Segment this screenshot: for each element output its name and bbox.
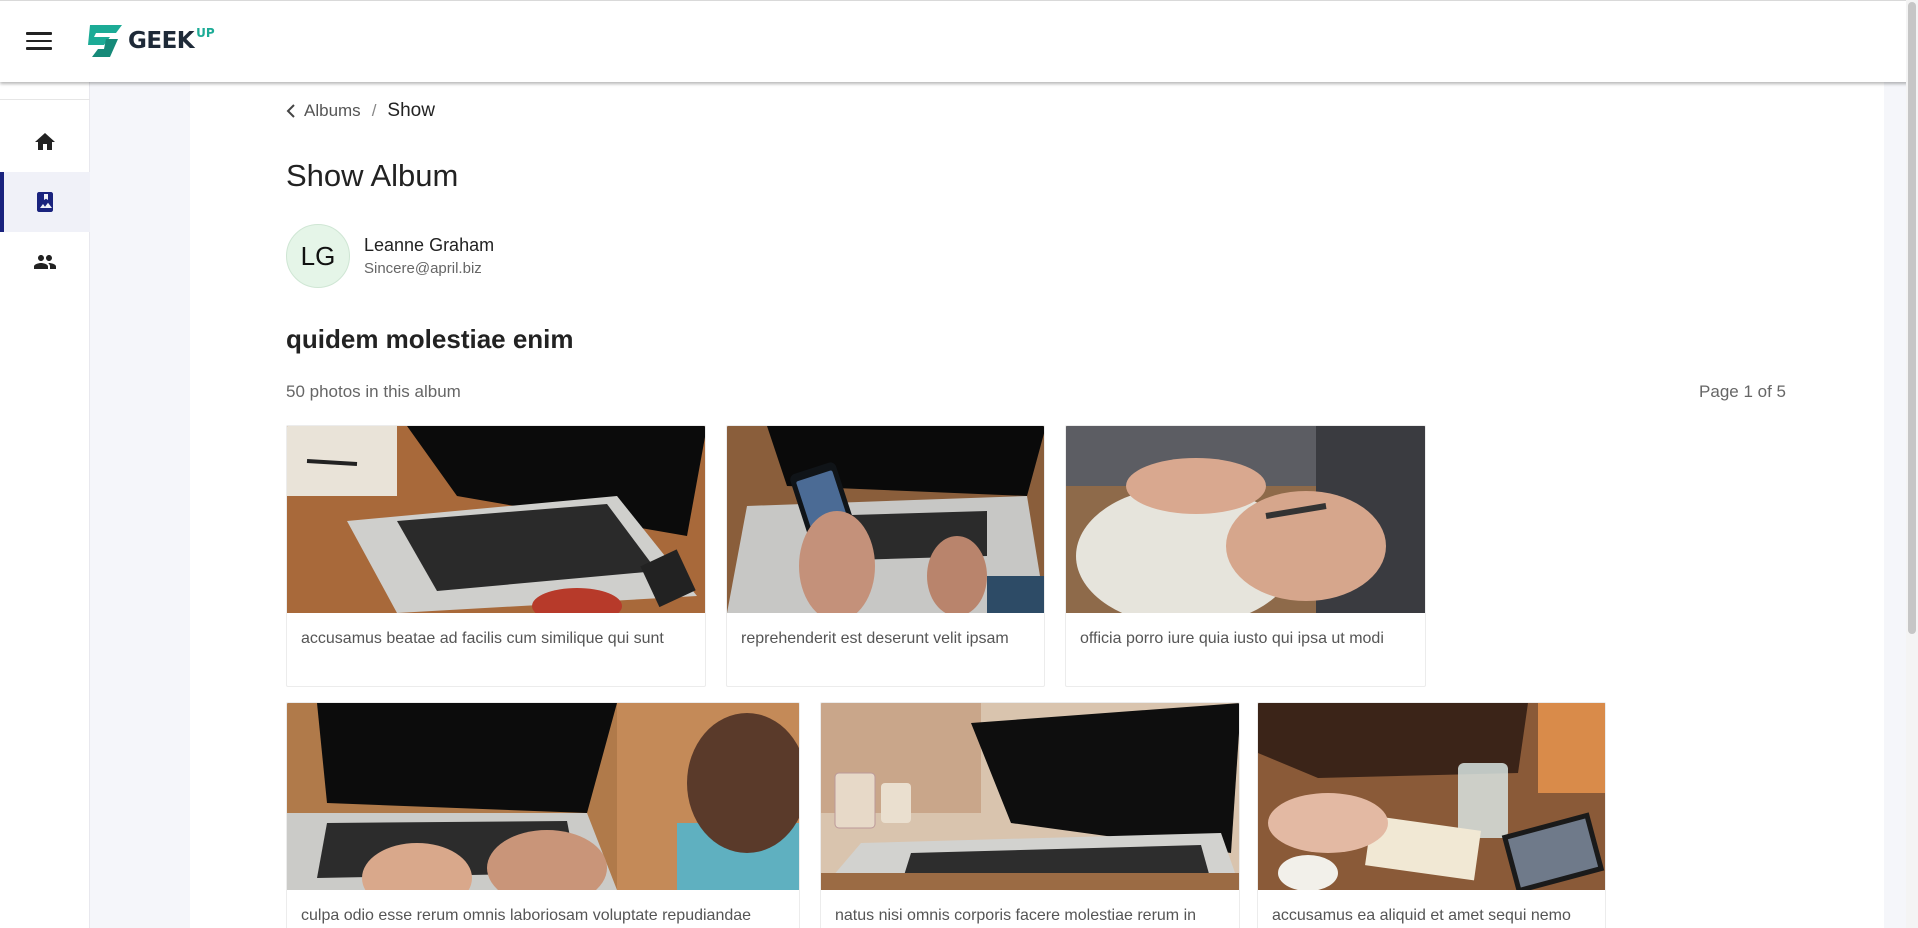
geekup-logo[interactable]: GEEK UP bbox=[84, 23, 215, 59]
breadcrumb-albums-link[interactable]: Albums bbox=[286, 101, 361, 121]
photo-card[interactable]: reprehenderit est deserunt velit ipsam bbox=[726, 425, 1045, 687]
users-icon bbox=[34, 255, 56, 269]
photo-thumbnail bbox=[1258, 703, 1605, 890]
photo-card[interactable]: accusamus beatae ad facilis cum similiqu… bbox=[286, 425, 706, 687]
page-info: Page 1 of 5 bbox=[1699, 382, 1786, 401]
home-icon bbox=[35, 133, 55, 150]
photo-caption: natus nisi omnis corporis facere molesti… bbox=[835, 907, 1197, 924]
owner-name[interactable]: Leanne Graham bbox=[364, 235, 494, 256]
avatar[interactable]: LG bbox=[286, 224, 350, 288]
page-title: Show Album bbox=[286, 158, 459, 193]
main-content: Albums / Show Show Album LG Leanne Graha… bbox=[190, 82, 1884, 928]
photo-count: 50 photos in this album bbox=[286, 382, 461, 401]
photo-thumbnail bbox=[1066, 426, 1425, 613]
sidebar-divider bbox=[0, 99, 90, 100]
photo-caption: accusamus beatae ad facilis cum similiqu… bbox=[301, 630, 664, 647]
photo-caption: culpa odio esse rerum omnis laboriosam v… bbox=[301, 907, 752, 924]
owner-email: Sincere@april.biz bbox=[364, 260, 482, 277]
sidebar-item-home[interactable] bbox=[0, 112, 90, 172]
logo-mark-icon bbox=[88, 25, 122, 57]
photo-card[interactable]: natus nisi omnis corporis facere molesti… bbox=[820, 702, 1240, 928]
photo-card[interactable]: accusamus ea aliquid et amet sequi nemo bbox=[1257, 702, 1606, 928]
sidebar bbox=[0, 82, 90, 928]
photo-card[interactable]: officia porro iure quia iusto qui ipsa u… bbox=[1065, 425, 1426, 687]
logo-superscript: UP bbox=[196, 26, 215, 40]
album-icon bbox=[37, 192, 53, 212]
album-owner: LG Leanne Graham Sincere@april.biz bbox=[286, 224, 494, 288]
photo-thumbnail bbox=[821, 703, 1239, 890]
photo-thumbnail bbox=[287, 426, 705, 613]
sidebar-item-albums[interactable] bbox=[0, 172, 90, 232]
photo-card[interactable]: culpa odio esse rerum omnis laboriosam v… bbox=[286, 702, 800, 928]
sidebar-item-users[interactable] bbox=[0, 232, 90, 292]
photo-thumbnail bbox=[727, 426, 1044, 613]
breadcrumb-current: Show bbox=[387, 100, 435, 121]
breadcrumb-separator: / bbox=[371, 101, 377, 120]
logo-text: GEEK bbox=[128, 28, 195, 54]
album-title: quidem molestiae enim bbox=[286, 324, 574, 354]
menu-icon[interactable] bbox=[26, 29, 52, 53]
app-header: GEEK UP bbox=[0, 0, 1918, 82]
owner-info: Leanne Graham Sincere@april.biz bbox=[364, 235, 494, 277]
breadcrumb: Albums / Show bbox=[286, 100, 435, 122]
photo-caption: reprehenderit est deserunt velit ipsam bbox=[741, 630, 1009, 647]
photo-thumbnail bbox=[287, 703, 799, 890]
chevron-left-icon bbox=[286, 104, 295, 118]
breadcrumb-parent-label: Albums bbox=[304, 101, 361, 120]
scrollbar-thumb[interactable] bbox=[1908, 2, 1916, 634]
page-scrollbar[interactable] bbox=[1906, 0, 1918, 928]
photo-caption: officia porro iure quia iusto qui ipsa u… bbox=[1080, 630, 1384, 647]
photo-caption: accusamus ea aliquid et amet sequi nemo bbox=[1272, 907, 1571, 924]
